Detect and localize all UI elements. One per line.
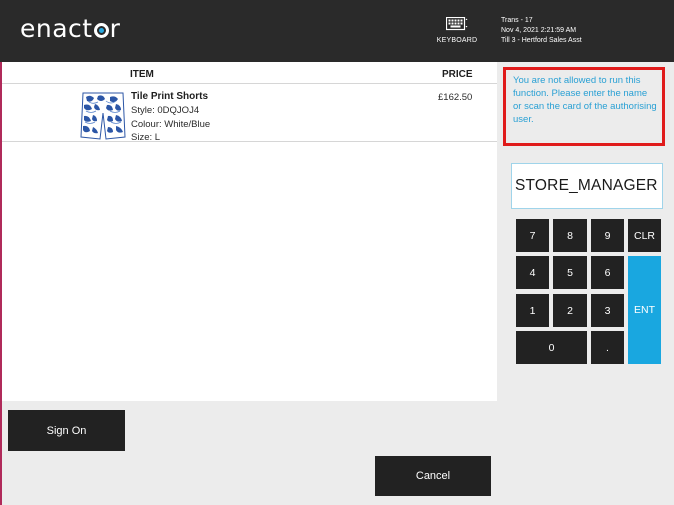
top-header: enact r KEYBOARD Trans - 17 Nov 4, 2021 2… <box>0 0 674 62</box>
key-5[interactable]: 5 <box>553 256 587 289</box>
item-name: Tile Print Shorts <box>131 91 209 102</box>
key-4[interactable]: 4 <box>516 256 549 289</box>
key-decimal[interactable]: . <box>591 331 624 364</box>
item-price: £162.50 <box>438 92 473 103</box>
transaction-datetime: Nov 4, 2021 2:21:59 AM <box>501 27 577 34</box>
product-thumbnail <box>80 91 126 141</box>
key-1[interactable]: 1 <box>516 294 549 327</box>
key-6[interactable]: 6 <box>591 256 624 289</box>
column-header-price: PRICE <box>442 69 473 80</box>
sign-on-button[interactable]: Sign On <box>8 410 125 451</box>
logo-text-end: r <box>109 14 121 43</box>
logo-o-icon <box>93 23 109 38</box>
key-7[interactable]: 7 <box>516 219 549 252</box>
till-info: Till 3 - Hertford Sales Asst <box>501 37 582 44</box>
transaction-info: Trans - 17 Nov 4, 2021 2:21:59 AM Till 3… <box>501 16 582 46</box>
keyboard-label: KEYBOARD <box>436 37 478 44</box>
key-9[interactable]: 9 <box>591 219 624 252</box>
item-colour: Colour: White/Blue <box>131 119 211 130</box>
authorising-user-input[interactable] <box>511 163 663 209</box>
keyboard-icon <box>446 17 468 31</box>
key-3[interactable]: 3 <box>591 294 624 327</box>
column-header-item: ITEM <box>130 69 154 80</box>
logo-text-start: enact <box>20 14 93 43</box>
item-style: Style: 0DQJOJ4 <box>131 105 200 116</box>
transaction-number: Trans - 17 <box>501 17 533 24</box>
keyboard-button[interactable]: KEYBOARD <box>436 17 478 44</box>
key-0[interactable]: 0 <box>516 331 587 364</box>
authorisation-message: You are not allowed to run this function… <box>503 67 665 146</box>
key-8[interactable]: 8 <box>553 219 587 252</box>
item-size: Size: L <box>131 132 161 143</box>
key-clear[interactable]: CLR <box>628 219 661 252</box>
basket-row[interactable]: Tile Print Shorts Style: 0DQJOJ4 Colour:… <box>2 84 497 143</box>
key-enter[interactable]: ENT <box>628 256 661 364</box>
cancel-button[interactable]: Cancel <box>375 456 491 496</box>
basket-panel: ITEM PRICE Tile Print Shorts Style: 0DQJ… <box>2 62 497 401</box>
key-2[interactable]: 2 <box>553 294 587 327</box>
enactor-logo: enact r <box>20 14 120 46</box>
